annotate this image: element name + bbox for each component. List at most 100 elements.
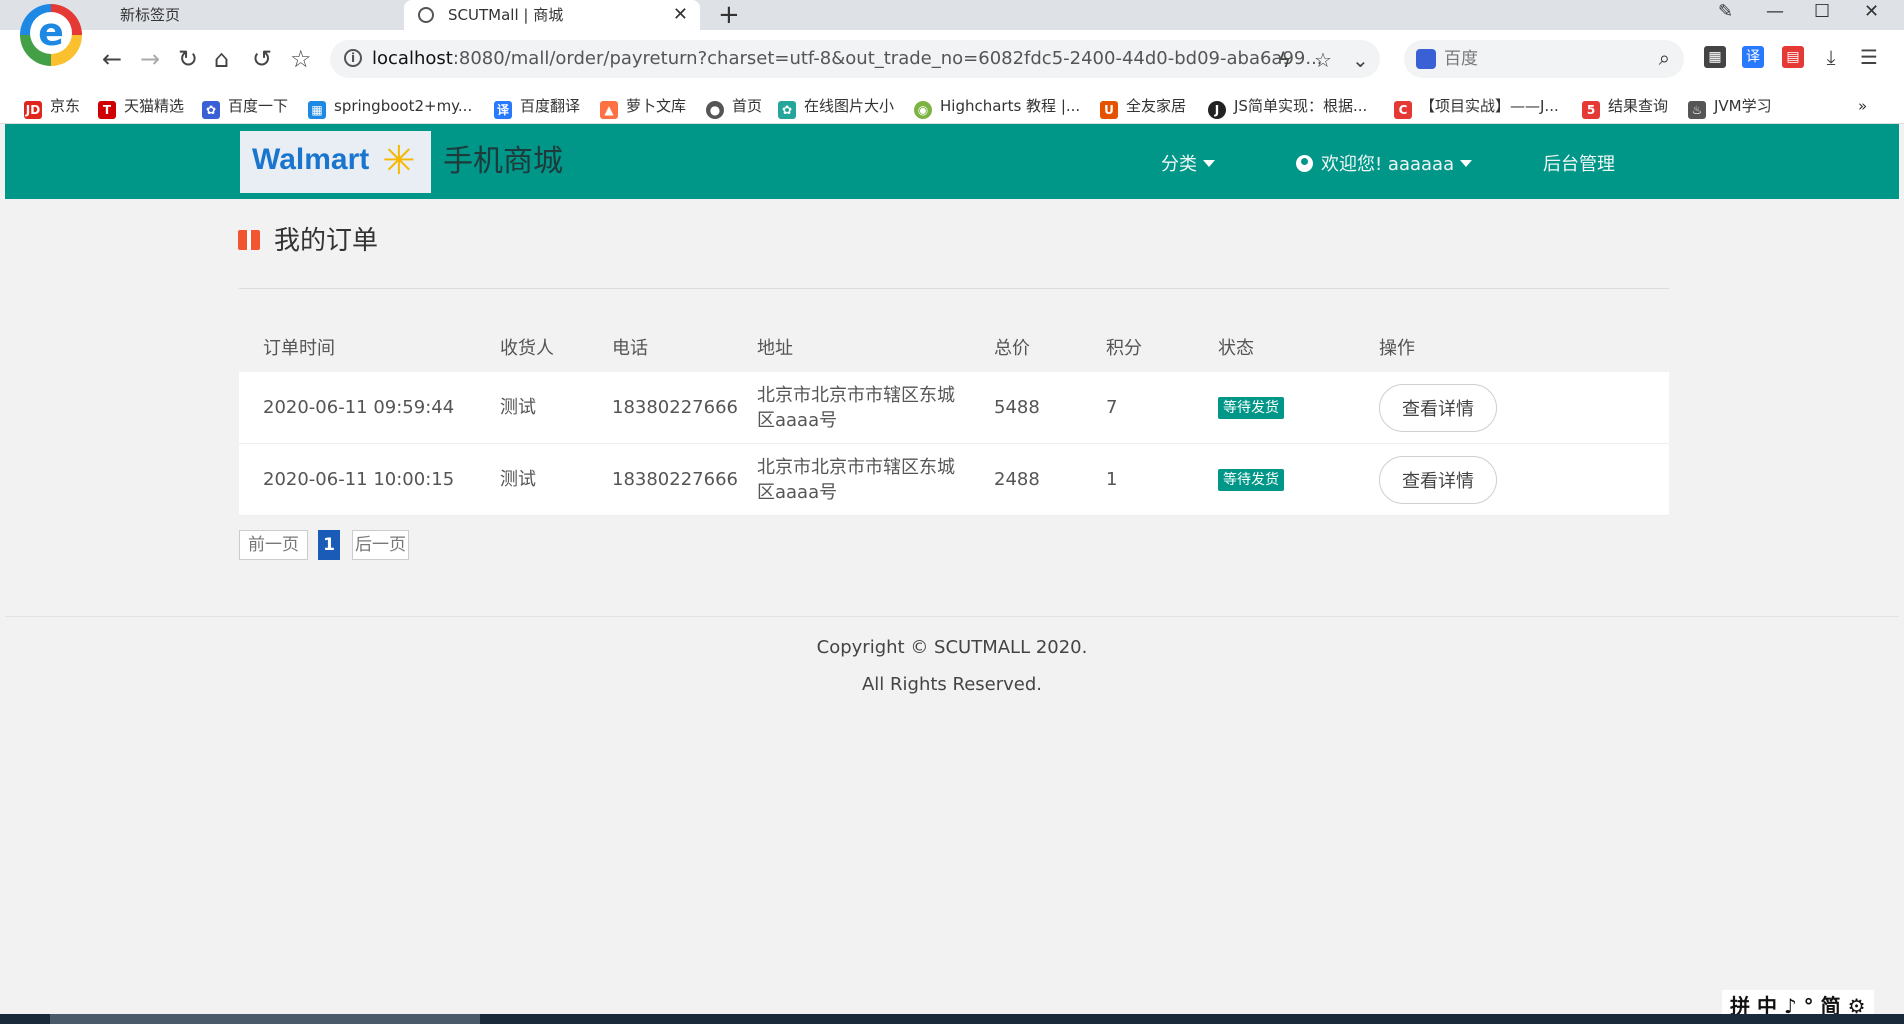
home-icon[interactable]: ⌂ bbox=[214, 44, 229, 74]
java-icon: J bbox=[1208, 101, 1226, 119]
status-badge: 等待发货 bbox=[1218, 396, 1284, 419]
table-row: 2020-06-11 10:00:15 测试 18380227666 北京市北京… bbox=[239, 444, 1669, 516]
download-icon[interactable]: ⤓ bbox=[1820, 46, 1842, 68]
view-details-button[interactable]: 查看详情 bbox=[1379, 455, 1497, 504]
total-price: 2488 bbox=[994, 469, 1040, 490]
carrot-icon: ▲ bbox=[600, 101, 618, 119]
walmart-logo[interactable]: Walmart ✳ bbox=[240, 131, 431, 193]
caret-down-icon bbox=[1203, 160, 1215, 167]
taskbar bbox=[0, 1014, 1904, 1024]
bookmark-item[interactable]: C 【项目实战】——J... bbox=[1394, 88, 1559, 124]
column-header: 地址 bbox=[757, 337, 793, 359]
pdf-icon[interactable]: ▤ bbox=[1782, 46, 1804, 68]
favorite-star-icon[interactable]: ☆ bbox=[290, 44, 312, 74]
search-box[interactable]: 百度 ⌕ bbox=[1404, 40, 1684, 78]
more-bookmarks-button[interactable]: » bbox=[1858, 88, 1867, 124]
bookmark-item[interactable]: J JS简单实现：根据... bbox=[1208, 88, 1367, 124]
next-page-button[interactable]: 后一页 bbox=[352, 530, 409, 560]
bookmark-item[interactable]: ◉ Highcharts 教程 |... bbox=[914, 88, 1080, 124]
site-title: 手机商城 bbox=[443, 144, 563, 179]
category-menu[interactable]: 分类 bbox=[1161, 150, 1215, 176]
column-header: 电话 bbox=[612, 337, 648, 359]
admin-link[interactable]: 后台管理 bbox=[1543, 150, 1615, 176]
forward-icon[interactable]: → bbox=[140, 44, 160, 74]
page-viewport: Walmart ✳ 手机商城 分类 欢迎您! aaaaaa 后台管理 我的订单 … bbox=[5, 124, 1899, 1014]
globe-icon bbox=[418, 7, 434, 23]
gift-icon bbox=[238, 230, 260, 250]
rights-text: All Rights Reserved. bbox=[861, 674, 1043, 695]
search-placeholder: 百度 bbox=[1444, 49, 1478, 69]
maximize-button[interactable]: ☐ bbox=[1814, 0, 1830, 24]
column-header: 收货人 bbox=[500, 337, 554, 359]
view-details-button[interactable]: 查看详情 bbox=[1379, 383, 1497, 432]
table-header: 订单时间 收货人 电话 地址 总价 积分 状态 操作 bbox=[239, 324, 1669, 372]
tab-label: 新标签页 bbox=[120, 6, 181, 24]
points: 1 bbox=[1106, 469, 1118, 490]
spark-icon: ✳ bbox=[382, 138, 416, 184]
search-icon[interactable]: ⌕ bbox=[1659, 46, 1670, 70]
minimize-button[interactable]: — bbox=[1766, 0, 1784, 24]
jvm-icon: ♨ bbox=[1688, 101, 1706, 119]
menu-icon[interactable]: ☰ bbox=[1858, 46, 1880, 68]
bookmark-item[interactable]: ▦ springboot2+my... bbox=[308, 88, 472, 124]
user-menu[interactable]: 欢迎您! aaaaaa bbox=[1296, 150, 1473, 176]
tab-new-tab[interactable]: 新标签页 bbox=[100, 0, 400, 30]
phone: 18380227666 bbox=[612, 397, 738, 418]
bookmark-item[interactable]: JD 京东 bbox=[24, 88, 80, 124]
csdn-icon: C bbox=[1394, 101, 1412, 119]
jd-icon: JD bbox=[24, 101, 42, 119]
info-icon[interactable]: i bbox=[344, 49, 362, 67]
back-icon[interactable]: ← bbox=[102, 44, 122, 74]
user-icon bbox=[1296, 155, 1313, 172]
bookmark-item[interactable]: T 天猫精选 bbox=[98, 88, 184, 124]
chevron-down-icon[interactable]: ⌄ bbox=[1352, 48, 1369, 72]
browser-tab-strip: 新标签页 SCUTMall | 商城 ✕ + ✎ — ☐ ✕ bbox=[0, 0, 1904, 30]
tmall-icon: T bbox=[98, 101, 116, 119]
bookmark-item[interactable]: U 全友家居 bbox=[1100, 88, 1186, 124]
column-header: 状态 bbox=[1218, 337, 1254, 359]
blog-icon: ▦ bbox=[308, 101, 326, 119]
bookmark-item[interactable]: ♨ JVM学习 bbox=[1688, 88, 1772, 124]
globe-icon: ● bbox=[706, 101, 724, 119]
total-price: 5488 bbox=[994, 397, 1040, 418]
bookmark-item[interactable]: ● 首页 bbox=[706, 88, 762, 124]
orders-table: 订单时间 收货人 电话 地址 总价 积分 状态 操作 2020-06-11 09… bbox=[239, 324, 1669, 516]
new-tab-button[interactable]: + bbox=[718, 0, 740, 30]
baidu-paw-icon: ✿ bbox=[202, 101, 220, 119]
table-row: 2020-06-11 09:59:44 测试 18380227666 北京市北京… bbox=[239, 372, 1669, 444]
window-close-button[interactable]: ✕ bbox=[1864, 0, 1879, 24]
tab-scutmall[interactable]: SCUTMall | 商城 ✕ bbox=[404, 0, 700, 30]
bookmark-item[interactable]: ▲ 萝卜文库 bbox=[600, 88, 686, 124]
reload-icon[interactable]: ↻ bbox=[178, 44, 198, 74]
address-bar[interactable]: i localhost:8080/mall/order/payreturn?ch… bbox=[330, 40, 1380, 78]
receiver: 测试 bbox=[500, 469, 536, 490]
copyright-text: Copyright © SCUTMALL 2020. bbox=[816, 637, 1088, 658]
bookmark-item[interactable]: ✿ 在线图片大小 bbox=[778, 88, 894, 124]
prev-page-button[interactable]: 前一页 bbox=[239, 530, 308, 560]
tab-label: SCUTMall | 商城 bbox=[448, 6, 564, 24]
bookmark-item[interactable]: ✿ 百度一下 bbox=[202, 88, 288, 124]
undo-icon[interactable]: ↺ bbox=[252, 44, 272, 74]
bookmark-item[interactable]: 译百度翻译 bbox=[494, 88, 580, 124]
browser-logo-icon bbox=[20, 4, 82, 66]
qr-icon[interactable]: ▦ bbox=[1704, 46, 1726, 68]
caret-down-icon bbox=[1460, 160, 1473, 167]
column-header: 订单时间 bbox=[263, 337, 335, 359]
page-title: 我的订单 bbox=[238, 220, 378, 257]
page-number-current[interactable]: 1 bbox=[318, 530, 340, 560]
u-icon: U bbox=[1100, 101, 1118, 119]
divider bbox=[239, 288, 1669, 289]
pin-icon[interactable]: ✎ bbox=[1718, 0, 1733, 24]
bookmark-item[interactable]: 5 结果查询 bbox=[1582, 88, 1668, 124]
five-icon: 5 bbox=[1582, 101, 1600, 119]
bookmark-star-icon[interactable]: ☆ bbox=[1314, 48, 1332, 72]
order-time: 2020-06-11 10:00:15 bbox=[263, 469, 455, 490]
address: 北京市北京市市辖区东城区aaaa号 bbox=[757, 384, 955, 431]
order-time: 2020-06-11 09:59:44 bbox=[263, 397, 455, 418]
translate-icon[interactable]: 译 bbox=[1742, 46, 1764, 68]
close-icon[interactable]: ✕ bbox=[673, 0, 688, 30]
taskbar-active-app[interactable] bbox=[50, 1014, 480, 1024]
column-header: 操作 bbox=[1379, 337, 1415, 359]
url-text[interactable]: localhost:8080/mall/order/payreturn?char… bbox=[372, 40, 1323, 78]
lightning-icon[interactable]: ϟ bbox=[1278, 48, 1291, 72]
